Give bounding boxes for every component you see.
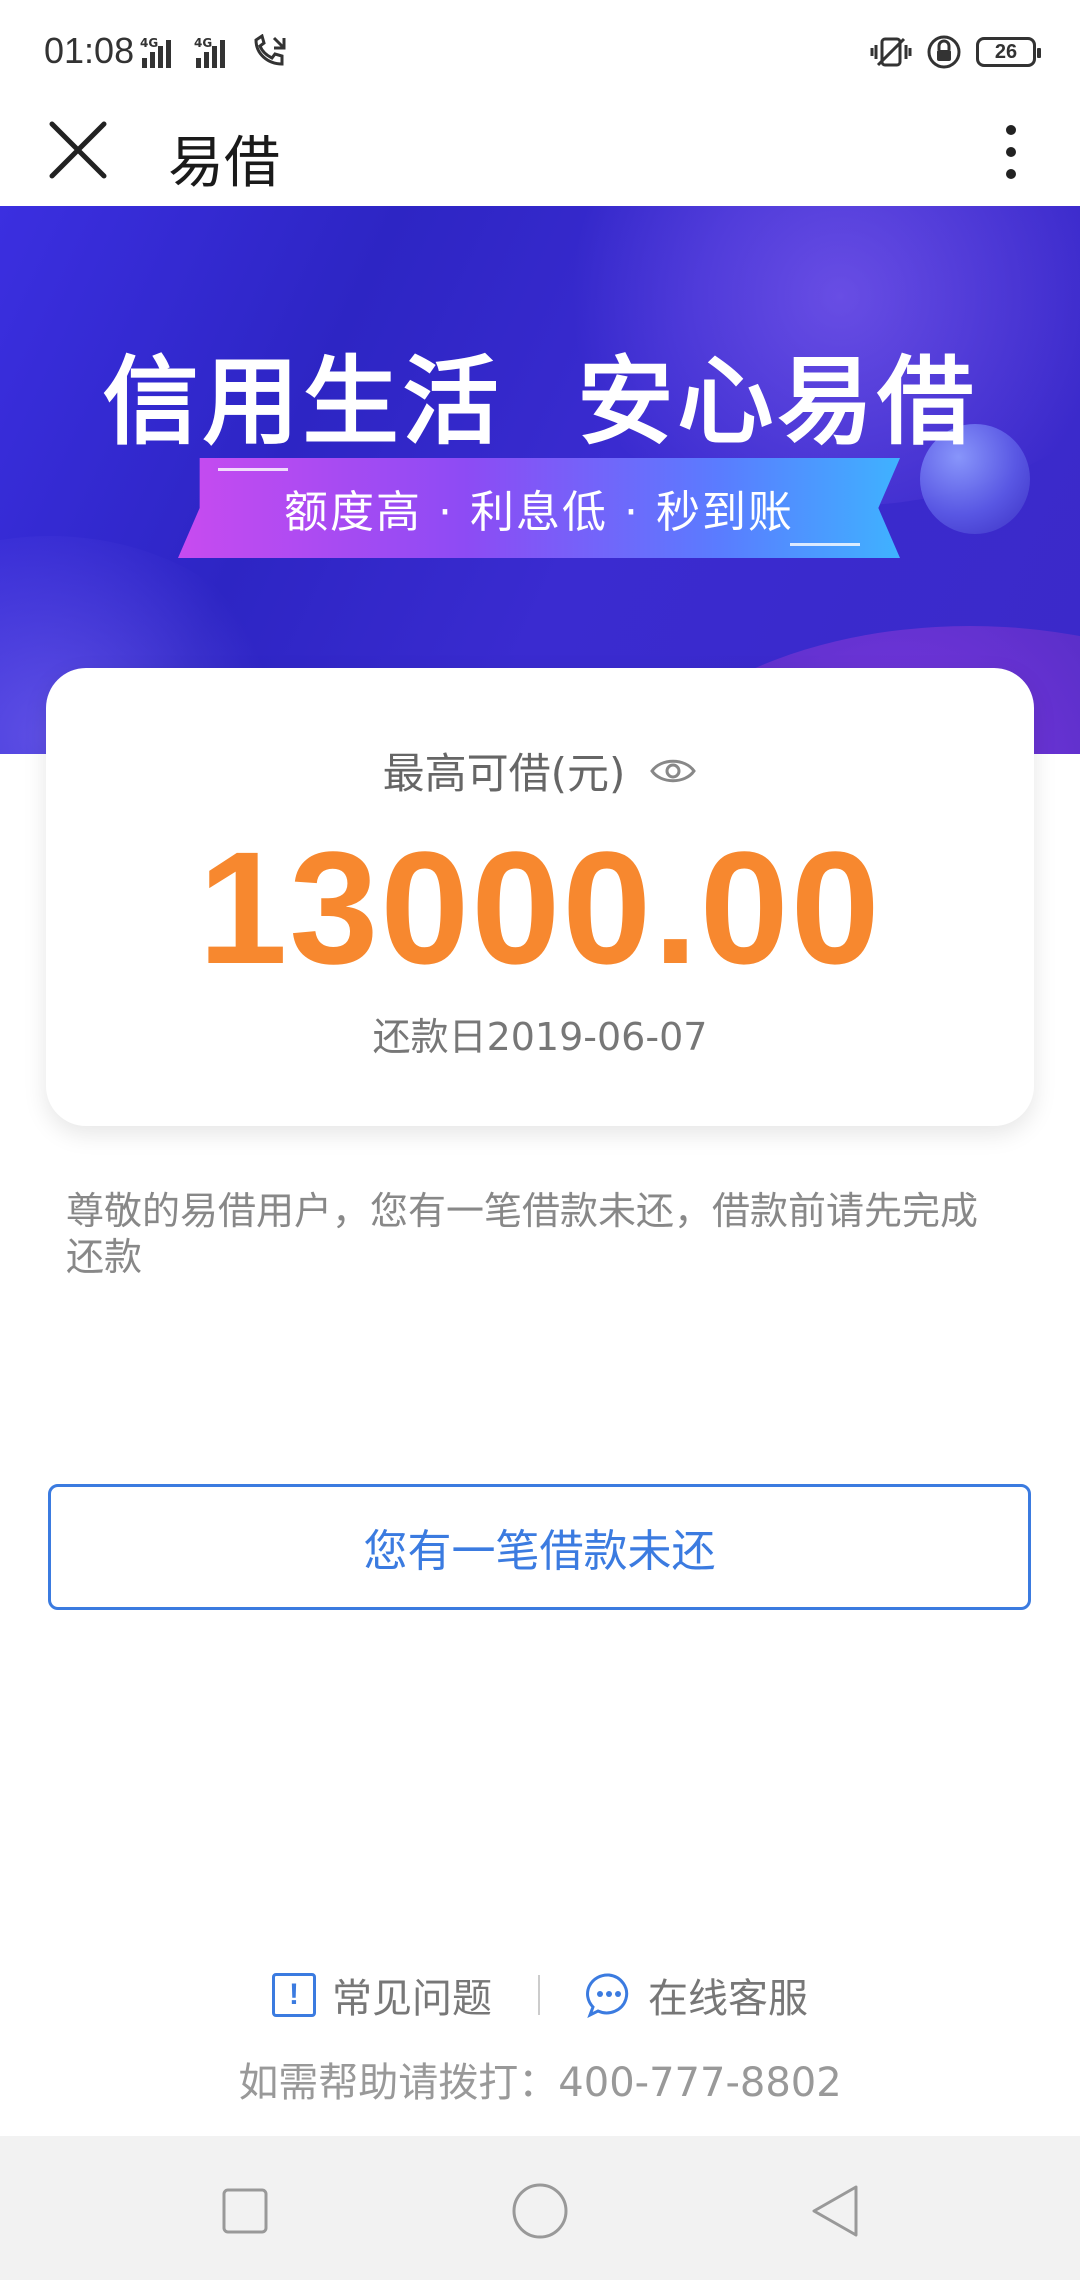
close-icon	[49, 121, 107, 179]
credit-limit-card: 最高可借(元) 13000.00 还款日2019-06-07	[46, 668, 1034, 1126]
rotation-lock-icon	[927, 35, 961, 69]
faq-link[interactable]: ! 常见问题	[272, 1966, 492, 2024]
credit-limit-label-row: 最高可借(元)	[46, 740, 1034, 801]
back-button[interactable]	[800, 2176, 870, 2246]
online-service-link[interactable]: 在线客服	[586, 1966, 808, 2024]
network-type-label: 4G	[194, 36, 213, 50]
more-vertical-icon-dot	[1006, 169, 1016, 179]
help-hotline[interactable]: 如需帮助请拨打：400-777-8802	[0, 2050, 1080, 2108]
recent-apps-button[interactable]	[210, 2176, 280, 2246]
footer-divider	[538, 1975, 540, 2015]
battery-level: 26	[994, 40, 1018, 63]
chat-icon	[586, 1973, 629, 2018]
back-triangle-icon	[812, 2185, 858, 2237]
page-title: 易借	[168, 131, 280, 196]
signal-icon: 4G	[140, 36, 176, 68]
faq-label: 常见问题	[332, 1976, 492, 2022]
battery-icon: 26	[976, 37, 1041, 67]
signal-icon: 4G	[194, 36, 230, 68]
eye-icon[interactable]	[649, 755, 697, 787]
wifi-call-icon	[254, 34, 286, 66]
banner-ribbon: 额度高 · 利息低 · 秒到账	[178, 458, 900, 558]
network-type-label: 4G	[140, 36, 159, 50]
outstanding-loan-button[interactable]: 您有一笔借款未还	[48, 1484, 1031, 1610]
circle-icon	[512, 2183, 568, 2239]
status-right-icons: 26	[870, 34, 1041, 70]
footer-links: ! 常见问题 在线客服	[0, 1966, 1080, 2024]
more-vertical-icon-dot	[1006, 147, 1016, 157]
faq-icon: !	[272, 1973, 316, 2017]
signal-indicators: 4G 4G	[140, 34, 290, 68]
repayment-due-date: 还款日2019-06-07	[372, 1015, 708, 1059]
banner-headline: 信用生活 安心易借	[102, 346, 978, 458]
square-icon	[222, 2188, 268, 2234]
more-options-button[interactable]	[986, 114, 1036, 190]
status-time: 01:08	[44, 30, 135, 71]
system-nav-bar	[0, 2136, 1080, 2280]
credit-limit-amount: 13000.00	[198, 818, 882, 997]
online-service-label: 在线客服	[648, 1976, 808, 2022]
banner-ribbon-text: 额度高 · 利息低 · 秒到账	[284, 487, 794, 538]
vibrate-icon	[870, 37, 912, 67]
more-vertical-icon	[1006, 125, 1016, 135]
home-button[interactable]	[505, 2176, 575, 2246]
status-bar: 01:08 4G 4G 26	[0, 0, 1080, 110]
credit-limit-label: 最高可借(元)	[382, 749, 626, 798]
outstanding-loan-notice: 尊敬的易借用户，您有一笔借款未还，借款前请先完成还款	[66, 1189, 979, 1279]
title-bar: 易借	[0, 110, 1080, 206]
close-button[interactable]	[44, 116, 112, 184]
